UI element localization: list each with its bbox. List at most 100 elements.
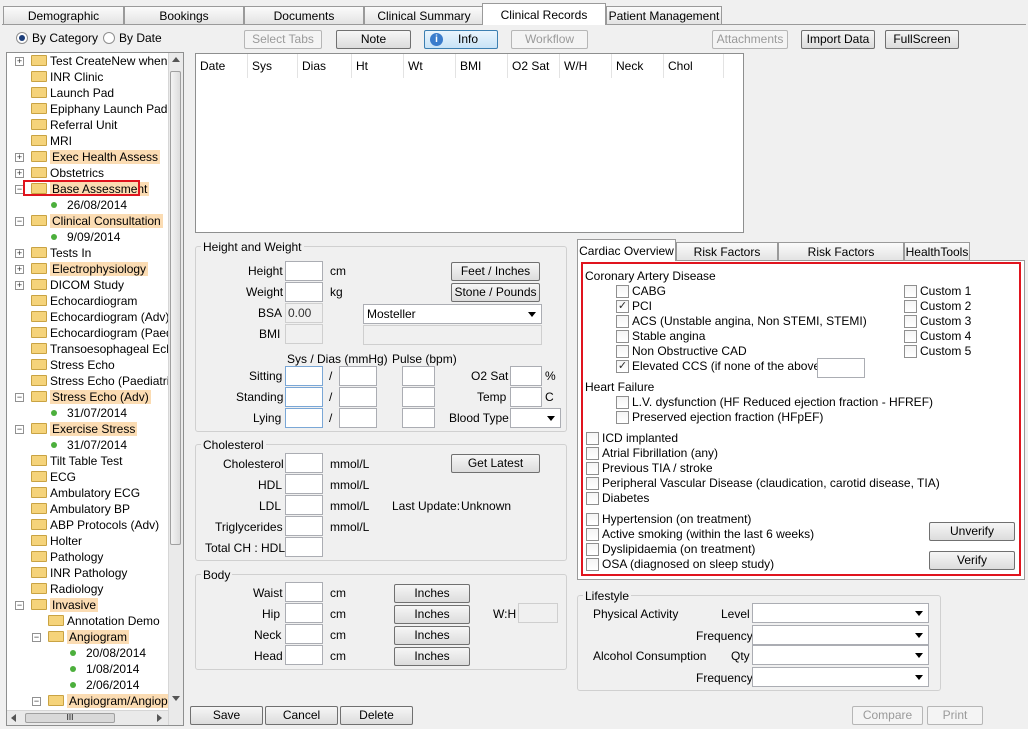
tree-item[interactable]: 20/08/2014 — [70, 645, 146, 661]
cad-item-checkbox[interactable] — [616, 285, 629, 298]
tree-item[interactable]: 2/06/2014 — [70, 677, 139, 693]
tree-item[interactable]: ECG — [31, 469, 76, 485]
alcohol-frequency-select[interactable] — [752, 667, 929, 687]
tab-risk-factors-adult[interactable]: Risk Factors (Adult) — [676, 242, 778, 277]
custom-checkbox[interactable] — [904, 330, 917, 343]
tab-healthtools[interactable]: HealthTools — [904, 242, 970, 260]
tree-item[interactable]: INR Clinic — [31, 69, 103, 85]
neck-inches-button[interactable]: Inches — [394, 626, 470, 645]
height-input[interactable] — [285, 261, 323, 281]
tree-vertical-scrollbar[interactable] — [168, 53, 183, 725]
collapse-icon[interactable]: − — [15, 425, 24, 434]
lying-sys-input[interactable] — [285, 408, 323, 428]
scroll-up-icon[interactable] — [172, 57, 180, 62]
tree-item[interactable]: DICOM Study — [31, 277, 124, 293]
standing-pulse-input[interactable] — [402, 387, 435, 407]
expand-icon[interactable]: + — [15, 281, 24, 290]
info-button[interactable]: i Info — [424, 30, 498, 49]
workflow-button[interactable]: Workflow — [511, 30, 588, 49]
custom-checkbox[interactable] — [904, 285, 917, 298]
print-button[interactable]: Print — [927, 706, 983, 725]
compare-button[interactable]: Compare — [852, 706, 923, 725]
cad-item-checkbox[interactable]: ✓ — [616, 300, 629, 313]
standing-dias-input[interactable] — [339, 387, 377, 407]
tree-item[interactable]: Echocardiogram (Paedia — [31, 325, 182, 341]
tree-item[interactable]: Ambulatory ECG — [31, 485, 140, 501]
triglycerides-input[interactable] — [285, 516, 323, 536]
tree-item[interactable]: Transoesophageal Echo — [31, 341, 180, 357]
grid-column-header[interactable]: Wt — [404, 54, 456, 78]
bsa-formula-select[interactable]: Mosteller — [363, 304, 542, 324]
hip-input[interactable] — [285, 603, 323, 623]
tab-clinical-records[interactable]: Clinical Records — [482, 3, 606, 25]
ldl-input[interactable] — [285, 495, 323, 515]
tab-patient-management[interactable]: Patient Management — [606, 6, 722, 24]
import-data-button[interactable]: Import Data — [801, 30, 875, 49]
activity-level-select[interactable] — [752, 603, 929, 623]
head-input[interactable] — [285, 645, 323, 665]
tree-item[interactable]: Stress Echo — [31, 357, 115, 373]
cholesterol-input[interactable] — [285, 453, 323, 473]
tab-risk-factors-paediatric[interactable]: Risk Factors (Paediatric) — [778, 242, 904, 277]
tree-item[interactable]: Epiphany Launch Pad — [31, 101, 167, 117]
category-tree[interactable]: + Test CreateNew when di INR Clinic Launch … — [6, 52, 184, 726]
tree-item[interactable]: 9/09/2014 — [51, 229, 120, 245]
alcohol-qty-select[interactable] — [752, 645, 929, 665]
collapse-icon[interactable]: − — [32, 633, 41, 642]
scroll-right-icon[interactable] — [157, 714, 162, 722]
lying-pulse-input[interactable] — [402, 408, 435, 428]
fullscreen-button[interactable]: FullScreen — [885, 30, 959, 49]
collapse-icon[interactable]: − — [15, 217, 24, 226]
risk-checkbox[interactable] — [586, 528, 599, 541]
attachments-button[interactable]: Attachments — [712, 30, 788, 49]
collapse-icon[interactable]: − — [15, 393, 24, 402]
sitting-dias-input[interactable] — [339, 366, 377, 386]
cad-item-checkbox[interactable] — [616, 315, 629, 328]
tree-item[interactable]: Ambulatory BP — [31, 501, 130, 517]
grid-column-header[interactable]: Chol — [664, 54, 724, 78]
waist-inches-button[interactable]: Inches — [394, 584, 470, 603]
delete-button[interactable]: Delete — [340, 706, 413, 725]
scroll-left-icon[interactable] — [11, 714, 16, 722]
risk-checkbox[interactable] — [586, 513, 599, 526]
tree-item[interactable]: Tilt Table Test — [31, 453, 122, 469]
select-tabs-button[interactable]: Select Tabs — [244, 30, 322, 49]
custom-checkbox[interactable] — [904, 345, 917, 358]
tree-item[interactable]: Radiology — [31, 581, 103, 597]
activity-frequency-select[interactable] — [752, 625, 929, 645]
scroll-thumb[interactable] — [170, 71, 181, 545]
total-hdl-input[interactable] — [285, 537, 323, 557]
blood-type-select[interactable] — [510, 408, 561, 428]
waist-input[interactable] — [285, 582, 323, 602]
tree-item[interactable]: Electrophysiology — [31, 261, 149, 277]
tree-item[interactable]: Launch Pad — [31, 85, 114, 101]
grid-column-header[interactable]: Sys — [248, 54, 298, 78]
condition-checkbox[interactable] — [586, 432, 599, 445]
tab-bookings[interactable]: Bookings — [124, 6, 244, 24]
by-date-radio[interactable]: By Date — [103, 31, 162, 45]
temp-input[interactable] — [510, 387, 542, 407]
expand-icon[interactable]: + — [15, 249, 24, 258]
hscroll-thumb[interactable]: III — [25, 713, 115, 723]
weight-input[interactable] — [285, 282, 323, 302]
tree-item[interactable]: Referral Unit — [31, 117, 117, 133]
collapse-icon[interactable]: − — [32, 697, 41, 706]
tree-item[interactable]: Annotation Demo — [48, 613, 160, 629]
custom-checkbox[interactable] — [904, 315, 917, 328]
expand-icon[interactable]: + — [15, 169, 24, 178]
lying-dias-input[interactable] — [339, 408, 377, 428]
expand-icon[interactable]: + — [15, 153, 24, 162]
cad-item-checkbox[interactable] — [616, 345, 629, 358]
tree-horizontal-scrollbar[interactable]: III — [7, 710, 168, 725]
tree-item[interactable]: Angiogram/Angioplas — [48, 693, 183, 709]
tree-item[interactable]: Invasive — [31, 597, 99, 613]
tab-clinical-summary[interactable]: Clinical Summary — [364, 6, 484, 24]
tree-item[interactable]: 26/08/2014 — [51, 197, 127, 213]
tree-item[interactable]: Echocardiogram — [31, 293, 137, 309]
grid-column-header[interactable]: O2 Sat — [508, 54, 560, 78]
hip-inches-button[interactable]: Inches — [394, 605, 470, 624]
tree-item[interactable]: Exec Health Assess — [31, 149, 161, 165]
grid-column-header[interactable]: Neck — [612, 54, 664, 78]
grid-column-header[interactable]: Date — [196, 54, 248, 78]
condition-checkbox[interactable] — [586, 492, 599, 505]
